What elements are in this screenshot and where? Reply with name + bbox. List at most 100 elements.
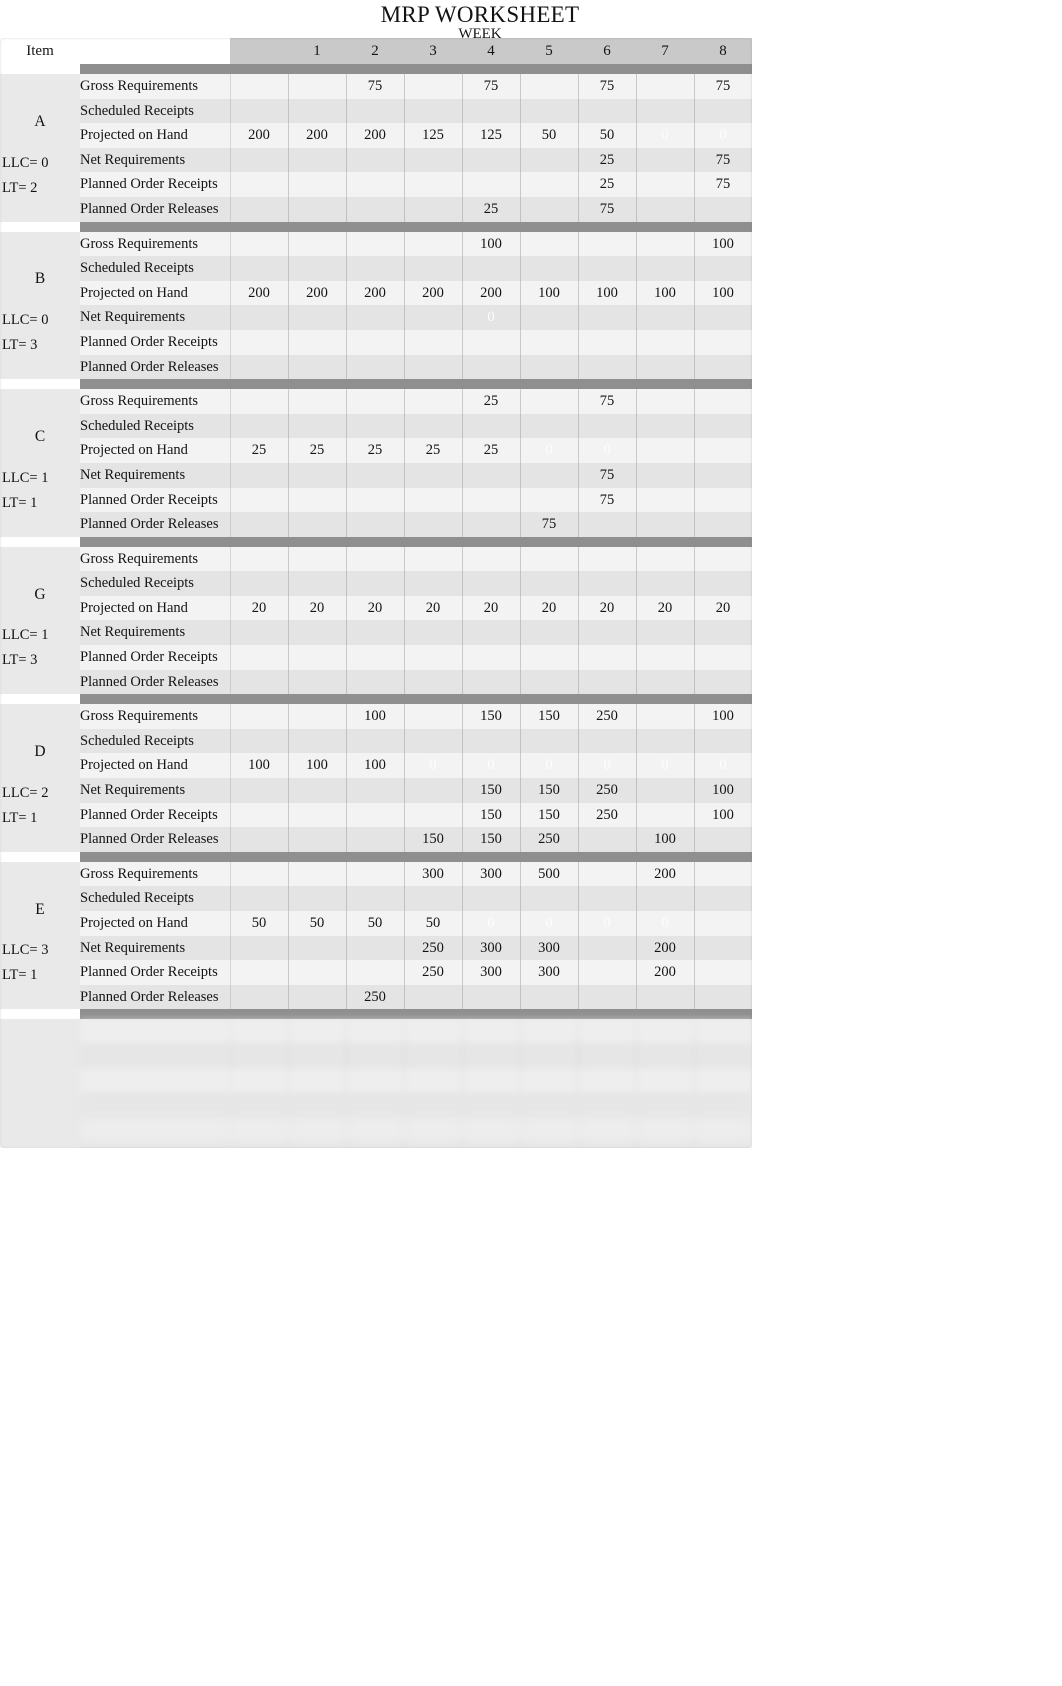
week-value-cell: 50	[288, 911, 346, 936]
beginning-inventory-cell	[230, 620, 288, 646]
week-value-cell	[694, 1117, 752, 1143]
table-row: Scheduled Receipts	[0, 728, 752, 754]
week-value-cell	[288, 935, 346, 961]
week-value-cell	[694, 546, 752, 572]
week-value-cell	[404, 1142, 462, 1148]
week-value-cell	[694, 413, 752, 439]
week-value-cell	[636, 728, 694, 754]
week-value-cell	[346, 1093, 404, 1118]
row-label: Planned Order Receipts	[80, 645, 230, 670]
week-value-cell: 200	[288, 123, 346, 148]
week-value-cell: 20	[578, 595, 636, 621]
week-value-cell: 250	[404, 935, 462, 961]
week-value-cell	[694, 512, 752, 537]
week-value-cell: 200	[636, 861, 694, 887]
week-value-cell: 100	[462, 231, 520, 257]
week-value-cell	[404, 231, 462, 257]
table-row: Scheduled Receipts	[0, 571, 752, 596]
separator-band	[80, 221, 752, 232]
low-level-code: LLC= 2	[2, 784, 49, 801]
week-value-cell	[578, 1117, 636, 1143]
row-label: Planned Order Receipts	[80, 172, 230, 197]
week-value-cell	[404, 389, 462, 414]
week-value-cell: 150	[462, 827, 520, 852]
table-row: Planned Order Receipts 250 300 300 200	[0, 960, 752, 985]
table-row	[0, 1019, 752, 1044]
week-value-cell	[288, 861, 346, 887]
week-value-cell	[636, 984, 694, 1010]
week-value-cell	[288, 354, 346, 380]
mrp-worksheet-page: MRP WORKSHEET WEEK Item 1 2 3 4 5 6 7 8 A LLC= 0 LT…	[0, 0, 1062, 1686]
week-value-cell	[404, 669, 462, 695]
week-value-cell	[694, 669, 752, 695]
table-row: Planned Order Receipts 25 75	[0, 172, 752, 197]
week-value-cell: 20	[346, 595, 404, 621]
week-value-cell	[462, 1117, 520, 1143]
week-value-cell	[346, 802, 404, 828]
week-value-cell: 25	[288, 438, 346, 463]
week-value-cell	[578, 1093, 636, 1118]
row-label: Projected on Hand	[80, 123, 230, 148]
week-value-cell	[404, 1043, 462, 1069]
week-value-cell	[404, 886, 462, 911]
week-value-cell	[636, 329, 694, 355]
week-value-cell: 50	[404, 911, 462, 936]
week-value-cell	[462, 645, 520, 670]
week-value-cell: 150	[520, 704, 578, 729]
week-value-cell	[462, 512, 520, 537]
week-value-cell	[346, 645, 404, 670]
table-header-row: Item 1 2 3 4 5 6 7 8	[0, 38, 752, 64]
beginning-inventory-cell	[230, 1019, 288, 1044]
low-level-code	[0, 1079, 80, 1104]
lead-time: LT= 3	[2, 652, 38, 669]
week-value-cell	[288, 231, 346, 257]
beginning-inventory-cell	[230, 984, 288, 1010]
table-row: A LLC= 0 LT= 2 Gross Requirements 75 75 75 75	[0, 74, 752, 196]
week-value-cell	[636, 546, 694, 572]
week-value-cell	[694, 305, 752, 330]
week-value-cell	[346, 354, 404, 380]
week-value-cell	[636, 389, 694, 414]
table-row	[0, 1142, 752, 1148]
block-separator	[0, 851, 752, 862]
beginning-inventory-cell	[230, 462, 288, 488]
week-value-cell	[694, 728, 752, 754]
table-row: Planned Order Receipts 150 150 250 100	[0, 802, 752, 828]
item-code: D	[34, 743, 46, 761]
week-value-cell	[462, 1043, 520, 1069]
week-value-cell	[288, 487, 346, 513]
week-value-cell: 25	[462, 196, 520, 222]
table-row: Projected on Hand 20 20 20 20 20 20 20 20 20	[0, 595, 752, 621]
row-label: Planned Order Releases	[80, 196, 230, 222]
table-row	[0, 1068, 752, 1094]
week-value-cell	[404, 1117, 462, 1143]
item-code: C	[34, 428, 46, 445]
table-row: Planned Order Releases 75	[0, 512, 752, 537]
table-row	[0, 1093, 752, 1118]
week-value-cell	[404, 645, 462, 670]
week-value-cell	[636, 256, 694, 281]
week-value-cell: 20	[520, 595, 578, 621]
week-value-cell	[636, 571, 694, 596]
week-value-cell	[578, 861, 636, 887]
week-value-cell	[636, 512, 694, 537]
separator-band	[80, 379, 752, 390]
table-row: Planned Order Releases 250	[0, 984, 752, 1010]
week-value-cell	[404, 802, 462, 828]
week-column-header: 1	[288, 38, 346, 64]
row-label: Planned Order Receipts	[80, 487, 230, 513]
beginning-inventory-cell	[230, 960, 288, 985]
week-value-cell: 250	[346, 984, 404, 1010]
separator-band	[80, 64, 752, 74]
table-row: Projected on Hand 50 50 50 50 0 0 0 0	[0, 911, 752, 936]
week-value-cell	[404, 462, 462, 488]
row-label	[80, 1019, 230, 1044]
week-value-cell	[346, 935, 404, 961]
week-value-cell	[694, 438, 752, 463]
week-value-cell: 300	[520, 935, 578, 961]
week-value-cell	[346, 196, 404, 222]
week-value-cell: 25	[578, 172, 636, 197]
row-label: Projected on Hand	[80, 438, 230, 463]
week-value-cell	[636, 1019, 694, 1044]
week-value-cell	[288, 256, 346, 281]
